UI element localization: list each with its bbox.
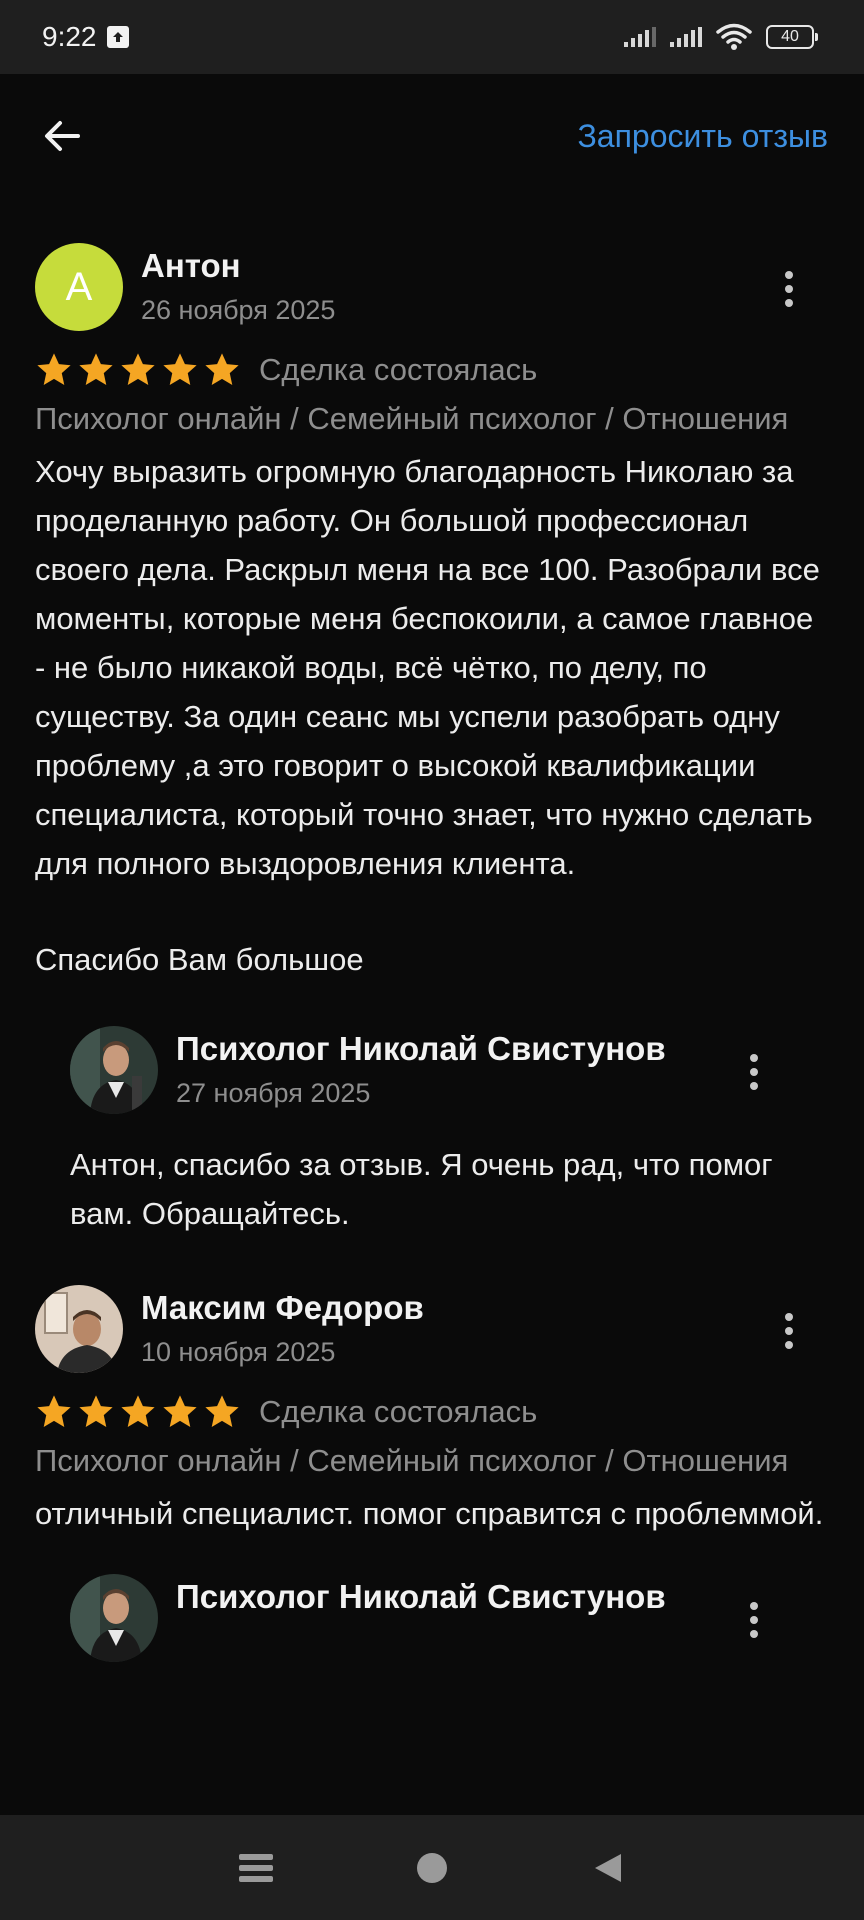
reply-text: Антон, спасибо за отзыв. Я очень рад, чт…: [70, 1147, 773, 1231]
back-triangle-icon[interactable]: [590, 1850, 626, 1886]
review-text: отличный специалист. помог справится с п…: [35, 1496, 824, 1531]
review-header: А Антон 26 ноября 2025: [35, 198, 829, 331]
reviews-list: А Антон 26 ноября 2025 Сделка состоялась…: [0, 198, 864, 1662]
star-icon: [163, 353, 197, 386]
more-options-icon[interactable]: [784, 1313, 794, 1349]
review-text: Хочу выразить огромную благодарность Ник…: [35, 454, 820, 881]
review-date: 26 ноября 2025: [141, 295, 336, 325]
menu-icon[interactable]: [238, 1850, 274, 1886]
star-icon: [37, 1395, 71, 1428]
review-category: Психолог онлайн / Семейный психолог / От…: [35, 401, 789, 436]
review-category: Психолог онлайн / Семейный психолог / От…: [35, 1443, 789, 1478]
app-header: Запросить отзыв: [0, 74, 864, 198]
reply-header: Психолог Николай Свистунов 27 ноября 202…: [70, 1026, 829, 1114]
specialist-reply: Психолог Николай Свистунов: [35, 1574, 829, 1662]
deal-status: Сделка состоялась: [259, 352, 538, 387]
avatar: [70, 1026, 158, 1114]
avatar: [70, 1574, 158, 1662]
avatar: А: [35, 243, 123, 331]
request-review-button[interactable]: Запросить отзыв: [577, 118, 828, 155]
wifi-icon: [716, 23, 752, 50]
star-icon: [79, 353, 113, 386]
status-bar: 9:22 40: [0, 0, 864, 74]
review-author: Максим Федоров: [141, 1289, 424, 1326]
review-date: 10 ноября 2025: [141, 1337, 336, 1367]
star-icon: [205, 1395, 239, 1428]
rating-row: Сделка состоялась: [35, 351, 829, 389]
specialist-reply: Психолог Николай Свистунов 27 ноября 202…: [35, 1026, 829, 1238]
star-rating: [35, 351, 241, 389]
star-icon: [79, 1395, 113, 1428]
system-nav-bar: [0, 1815, 864, 1920]
battery-level: 40: [781, 28, 799, 45]
arrow-left-icon[interactable]: [40, 114, 84, 158]
star-icon: [205, 353, 239, 386]
status-right: 40: [624, 23, 818, 51]
reply-header: Психолог Николай Свистунов: [70, 1574, 829, 1662]
avatar-letter: А: [65, 264, 93, 309]
signal-icon: [624, 27, 656, 47]
star-rating: [35, 1393, 241, 1431]
more-options-icon[interactable]: [749, 1602, 759, 1638]
signal-icon: [670, 27, 702, 47]
review-author: Антон: [141, 247, 241, 284]
star-icon: [121, 353, 155, 386]
reply-author: Психолог Николай Свистунов: [176, 1030, 666, 1067]
battery-icon: 40: [766, 25, 818, 49]
star-icon: [121, 1395, 155, 1428]
star-icon: [37, 353, 71, 386]
review-text-extra: Спасибо Вам большое: [35, 942, 364, 977]
more-options-icon[interactable]: [784, 271, 794, 307]
home-icon[interactable]: [414, 1850, 450, 1886]
reply-meta: Психолог Николай Свистунов 27 ноября 202…: [176, 1026, 666, 1109]
star-icon: [163, 1395, 197, 1428]
status-time: 9:22: [42, 21, 97, 52]
status-left: 9:22: [42, 21, 129, 53]
more-options-icon[interactable]: [749, 1054, 759, 1090]
reply-meta: Психолог Николай Свистунов: [176, 1574, 666, 1616]
upload-icon: [106, 26, 129, 48]
review-meta: Антон 26 ноября 2025: [141, 243, 335, 326]
rating-row: Сделка состоялась: [35, 1393, 829, 1431]
review-item: А Антон 26 ноября 2025 Сделка состоялась…: [0, 198, 864, 1238]
reply-date: 27 ноября 2025: [176, 1078, 371, 1108]
review-header: Максим Федоров 10 ноября 2025: [35, 1240, 829, 1373]
deal-status: Сделка состоялась: [259, 1394, 538, 1429]
review-meta: Максим Федоров 10 ноября 2025: [141, 1285, 424, 1368]
review-item: Максим Федоров 10 ноября 2025 Сделка сос…: [0, 1240, 864, 1662]
avatar: [35, 1285, 123, 1373]
reply-author: Психолог Николай Свистунов: [176, 1578, 666, 1615]
